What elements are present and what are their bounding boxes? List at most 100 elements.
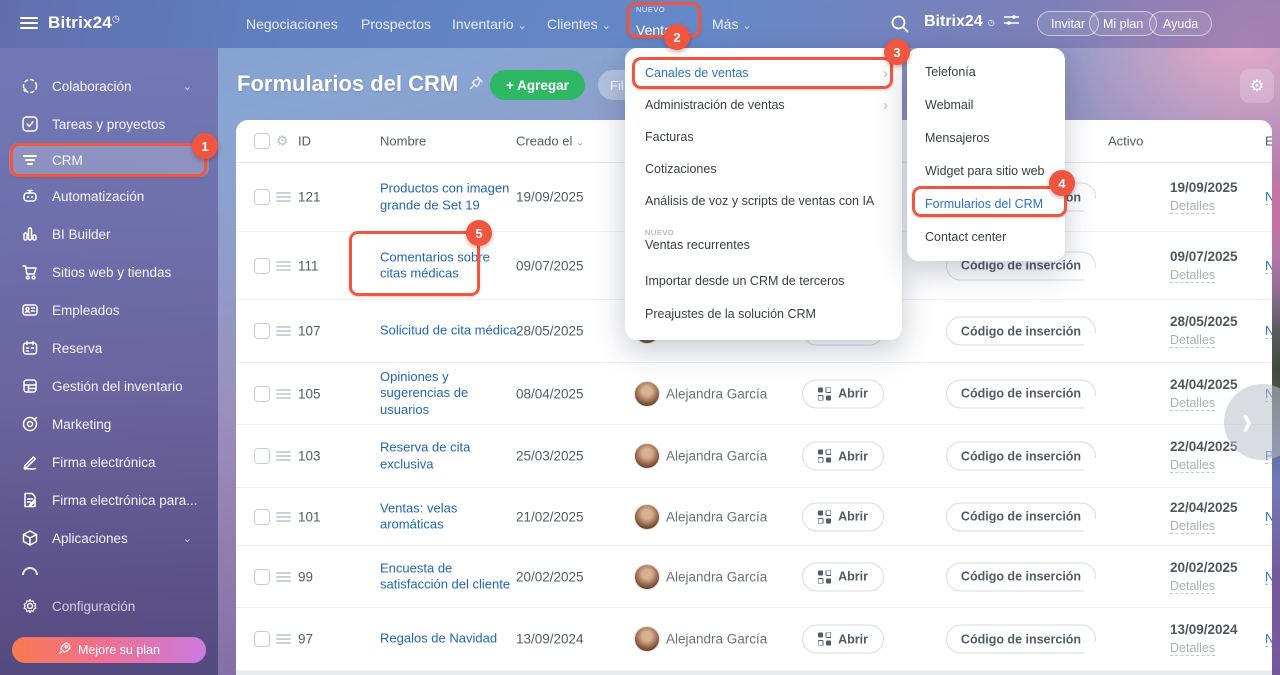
detalles-link[interactable]: Detalles: [1170, 458, 1216, 473]
truncated-link[interactable]: N: [1265, 323, 1272, 339]
nav-clientes[interactable]: Clientes ⌄: [547, 0, 611, 48]
submenu-item-widget-sitio-web[interactable]: Widget para sitio web: [907, 154, 1065, 187]
codigo-insercion-button[interactable]: Código de inserción: [946, 379, 1096, 408]
avatar[interactable]: [634, 626, 660, 652]
sliders-icon[interactable]: [1002, 13, 1020, 31]
app-logo[interactable]: Bitrix24◷: [48, 13, 120, 33]
row-checkbox[interactable]: [254, 448, 270, 464]
account-name[interactable]: Bitrix24 ◷: [924, 13, 1020, 31]
abrir-button[interactable]: Abrir: [802, 379, 884, 408]
codigo-insercion-button[interactable]: Código de inserción: [946, 624, 1096, 654]
detalles-link[interactable]: Detalles: [1170, 579, 1216, 594]
avatar[interactable]: [634, 443, 660, 469]
submenu-item-contact-center[interactable]: Contact center: [907, 220, 1065, 253]
sidebar-item-crm[interactable]: CRM: [9, 143, 209, 177]
sidebar-item-colaboracion[interactable]: Colaboración ⌄: [0, 67, 218, 105]
row-checkbox[interactable]: [254, 323, 270, 339]
row-author[interactable]: Alejandra García: [666, 509, 767, 524]
sidebar-item-tareas[interactable]: Tareas y proyectos: [0, 105, 218, 143]
drag-handle[interactable]: [276, 387, 291, 401]
drag-handle[interactable]: [276, 259, 291, 273]
row-checkbox[interactable]: [254, 385, 270, 402]
menu-item-ventas-recurrentes[interactable]: NUEVO Ventas recurrentes: [625, 217, 902, 263]
select-all-checkbox[interactable]: [254, 133, 270, 149]
sidebar-item-marketing[interactable]: Marketing: [0, 405, 218, 443]
submenu-item-mensajeros[interactable]: Mensajeros: [907, 121, 1065, 154]
menu-item-administracion-de-ventas[interactable]: Administración de ventas ›: [625, 89, 902, 121]
menu-item-facturas[interactable]: Facturas: [625, 121, 902, 153]
drag-handle[interactable]: [276, 570, 291, 584]
form-name-link[interactable]: Productos con imagen grande de Set 19: [380, 180, 517, 213]
drag-handle[interactable]: [276, 324, 291, 338]
form-name-link[interactable]: Ventas: velas aromáticas: [380, 500, 517, 533]
avatar[interactable]: [634, 380, 660, 407]
nav-ventas[interactable]: Ventas ⌄: [636, 5, 692, 45]
sidebar-item-inventario[interactable]: Gestión del inventario: [0, 367, 218, 405]
mi-plan-button[interactable]: Mi plan: [1089, 11, 1158, 36]
sidebar-item-firma-electronica[interactable]: Firma electrónica: [0, 443, 218, 481]
truncated-link[interactable]: N: [1265, 189, 1272, 205]
search-icon[interactable]: [890, 14, 910, 34]
detalles-link[interactable]: Detalles: [1170, 641, 1216, 656]
avatar[interactable]: [634, 503, 660, 530]
detalles-link[interactable]: Detalles: [1170, 396, 1216, 411]
nav-negociaciones[interactable]: Negociaciones: [246, 0, 338, 48]
upgrade-plan-button[interactable]: Mejore su plan: [12, 637, 206, 663]
sidebar-item-automatizacion[interactable]: Automatización: [0, 177, 218, 215]
row-checkbox[interactable]: [254, 568, 270, 585]
truncated-link[interactable]: N: [1265, 631, 1272, 647]
truncated-link[interactable]: N: [1265, 509, 1272, 525]
nav-inventario[interactable]: Inventario ⌄: [452, 0, 527, 48]
sidebar-item-sitios-web[interactable]: Sitios web y tiendas: [0, 253, 218, 291]
column-header-creado-el[interactable]: Creado el ⌄: [516, 134, 584, 149]
detalles-link[interactable]: Detalles: [1170, 199, 1216, 214]
sidebar-item-configuracion[interactable]: Configuración: [0, 587, 218, 625]
row-author[interactable]: Alejandra García: [666, 449, 767, 464]
menu-item-importar-crm[interactable]: Importar desde un CRM de terceros: [625, 263, 902, 298]
abrir-button[interactable]: Abrir: [802, 502, 884, 531]
nav-prospectos[interactable]: Prospectos: [361, 0, 431, 48]
sidebar-item-aplicaciones[interactable]: Aplicaciones ⌄: [0, 519, 218, 557]
submenu-item-telefonia[interactable]: Telefonía: [907, 55, 1065, 88]
row-checkbox[interactable]: [254, 257, 270, 274]
form-name-link[interactable]: Encuesta de satisfacción del cliente: [380, 560, 517, 593]
detalles-link[interactable]: Detalles: [1170, 268, 1216, 283]
row-checkbox[interactable]: [254, 189, 270, 205]
row-checkbox[interactable]: [254, 508, 270, 525]
drag-handle[interactable]: [276, 632, 291, 646]
column-header-activo[interactable]: Activo: [1108, 134, 1143, 149]
sidebar-item-empleados[interactable]: Empleados: [0, 291, 218, 329]
menu-item-analisis-de-voz[interactable]: Análisis de voz y scripts de ventas con …: [625, 185, 902, 217]
column-settings-gear-icon[interactable]: ⚙: [276, 133, 289, 150]
submenu-item-formularios-crm[interactable]: Formularios del CRM: [907, 187, 1065, 220]
form-name-link[interactable]: Comentarios sobre citas médicas: [380, 249, 517, 282]
sidebar-item-reserva[interactable]: Reserva: [0, 329, 218, 367]
row-author[interactable]: Alejandra García: [666, 569, 767, 584]
form-name-link[interactable]: Regalos de Navidad: [380, 631, 517, 648]
nav-mas[interactable]: Más ⌄: [712, 0, 752, 48]
hamburger-menu-icon[interactable]: [20, 17, 38, 30]
codigo-insercion-button[interactable]: Código de inserción: [946, 441, 1096, 471]
abrir-button[interactable]: Abrir: [802, 441, 884, 471]
column-header-nombre[interactable]: Nombre: [380, 134, 517, 149]
avatar[interactable]: [634, 563, 660, 590]
form-name-link[interactable]: Opiniones y sugerencias de usuarios: [380, 369, 517, 419]
pin-icon[interactable]: [468, 71, 484, 97]
table-bottom-scrollbar[interactable]: [236, 671, 1272, 675]
truncated-link[interactable]: N: [1265, 258, 1272, 274]
row-author[interactable]: Alejandra García: [666, 632, 767, 647]
drag-handle[interactable]: [276, 510, 291, 524]
ayuda-button[interactable]: Ayuda: [1149, 11, 1213, 36]
sidebar-item-bi-builder[interactable]: BI Builder: [0, 215, 218, 253]
column-header-id[interactable]: ID: [298, 134, 311, 149]
menu-item-cotizaciones[interactable]: Cotizaciones: [625, 153, 902, 185]
truncated-link[interactable]: N: [1265, 569, 1272, 585]
menu-item-preajustes[interactable]: Preajustes de la solución CRM: [625, 298, 902, 330]
codigo-insercion-button[interactable]: Código de inserción: [946, 502, 1096, 531]
codigo-insercion-button[interactable]: Código de inserción: [946, 562, 1096, 591]
drag-handle[interactable]: [276, 190, 291, 204]
codigo-insercion-button[interactable]: Código de inserción: [946, 316, 1096, 346]
form-name-link[interactable]: Reserva de cita exclusiva: [380, 439, 517, 472]
menu-item-canales-de-ventas[interactable]: Canales de ventas ›: [625, 57, 902, 89]
abrir-button[interactable]: Abrir: [802, 624, 884, 654]
